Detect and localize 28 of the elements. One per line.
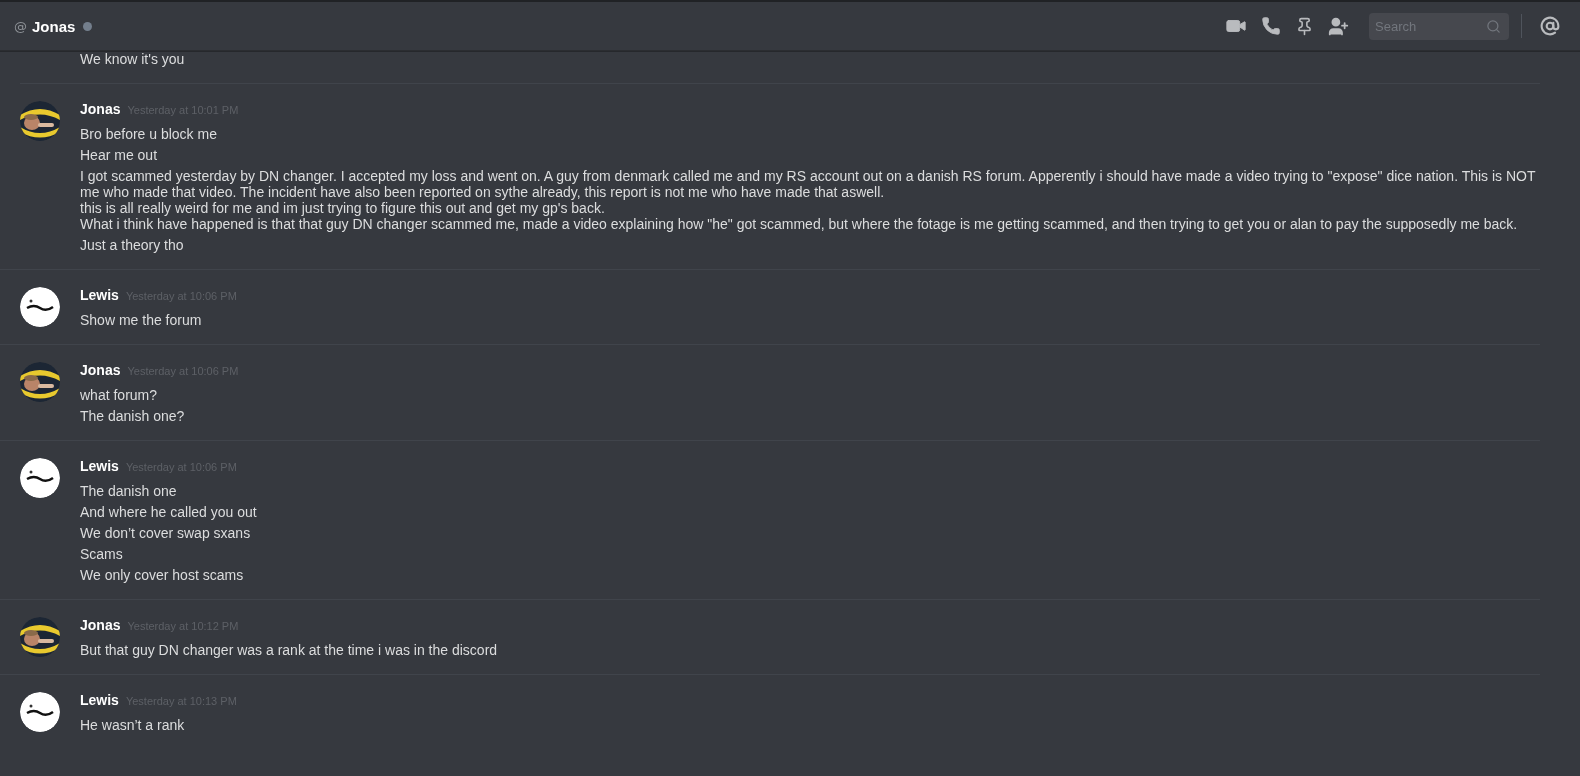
mentions-icon[interactable] [1540,16,1560,36]
author-name[interactable]: Lewis [80,692,119,708]
author-name[interactable]: Jonas [80,101,121,117]
message-text: Bro before u block me [80,126,218,142]
message-text: what forum? [80,387,159,403]
message-text: I got scammed yesterday by DN changer. I accepted my loss and went on. A guy from denmark called me and my RS account out on a danish RS forum. Apperently i should have made a video trying to "expose" dice nation. This is NOT me who made that video. The incident have also been reported on sythe already, this report is not me who have made that aswell. this is all really weird for me and im just trying to figure this out and get my gp's back. What i think have happened is that that guy DN changer scammed me, made a video explaining how "he" got scammed, but where the fotage is me getting scammed, and then trying to get you or alan to pay the supposedly me back. [80,168,1537,232]
message-text: We know it's you [20,51,1540,84]
search-icon [1486,18,1501,34]
author-name[interactable]: Lewis [80,458,119,474]
message-text: Just a theory tho [80,237,185,253]
author-name[interactable]: Jonas [80,362,121,378]
message-text: The danish one? [80,408,186,424]
author-name[interactable]: Lewis [80,287,119,303]
message-text: Hear me out [80,147,159,163]
message-text: The danish one [80,483,178,499]
message-text: We only cover host scams [80,567,245,583]
phone-icon[interactable] [1261,16,1281,36]
message-text: We don’t cover swap sxans [80,525,252,541]
channel-title: Jonas [32,17,76,35]
message-text: Scams [80,546,124,562]
message-text: But that guy DN changer was a rank at the time i was in the discord [80,642,499,658]
message-text: And where he called you out [80,504,258,520]
message-text: He wasn’t a rank [80,717,186,733]
at-prefix: @ [14,18,27,34]
message-text: Show me the forum [80,312,203,328]
pin-icon[interactable] [1295,16,1314,36]
add-user-icon[interactable] [1328,15,1349,37]
author-name[interactable]: Jonas [80,617,121,633]
